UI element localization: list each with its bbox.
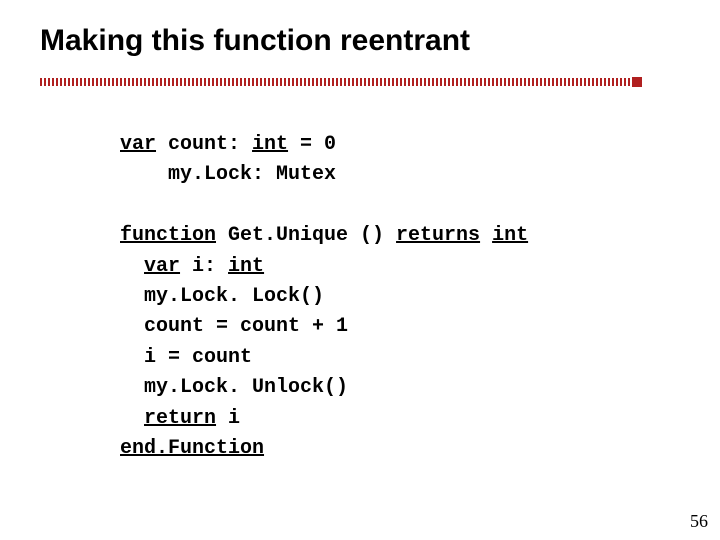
title-divider [40, 78, 636, 88]
code-text: Get.Unique () [216, 224, 396, 247]
kw-return: return [144, 407, 216, 430]
divider-stripe [40, 78, 636, 86]
kw-int: int [252, 133, 288, 156]
slide: Making this function reentrant var count… [0, 0, 720, 540]
code-text: i = count [120, 346, 252, 369]
code-text [120, 255, 144, 278]
kw-var: var [120, 133, 156, 156]
code-text: count = count + 1 [120, 315, 348, 338]
kw-function: function [120, 224, 216, 247]
kw-int: int [228, 255, 264, 278]
code-text: my.Lock: Mutex [120, 163, 336, 186]
code-text [120, 407, 144, 430]
code-text: my.Lock. Lock() [120, 285, 324, 308]
code-text: i: [180, 255, 228, 278]
kw-var: var [144, 255, 180, 278]
page-number: 56 [690, 511, 708, 532]
code-text: my.Lock. Unlock() [120, 376, 348, 399]
kw-returns: returns [396, 224, 480, 247]
code-text: count: [156, 133, 252, 156]
code-text [480, 224, 492, 247]
slide-title: Making this function reentrant [40, 24, 470, 58]
code-text: = 0 [288, 133, 336, 156]
code-block: var count: int = 0 my.Lock: Mutex functi… [120, 130, 528, 464]
code-text: i [216, 407, 240, 430]
divider-endcap [632, 77, 642, 87]
kw-endfunction: end.Function [120, 437, 264, 460]
kw-int: int [492, 224, 528, 247]
